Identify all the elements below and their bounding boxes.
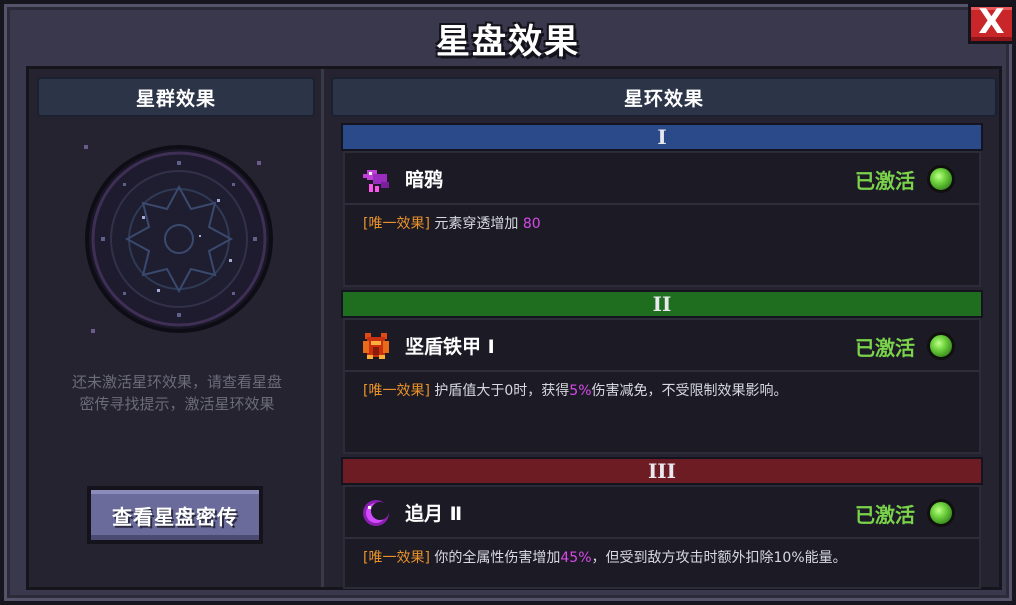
desc-highlight-value: 80 xyxy=(522,216,541,232)
ring-card-1: 暗鸦 已激活 [唯一效果] 元素穿透增加 80 xyxy=(343,151,981,287)
desc-text-after: ，但受到敌方攻击时额外扣除10%能量。 xyxy=(591,550,847,566)
desc-text-after: 伤害减免，不受限制效果影响。 xyxy=(591,383,788,399)
star-disk-window: 星盘效果 X 星群效果 还未激活星环效果，请查看星盘 密传寻找提示，激活星环效果… xyxy=(0,0,1016,605)
unique-effect-tag: [唯一效果] xyxy=(363,383,430,399)
inactive-hint-text: 还未激活星环效果，请查看星盘 密传寻找提示，激活星环效果 xyxy=(39,371,315,415)
hint-line-1: 还未激活星环效果，请查看星盘 xyxy=(71,373,282,391)
ring-banner-3: III xyxy=(341,457,983,485)
ring-card-header: 暗鸦 已激活 xyxy=(345,153,979,205)
iron-armor-icon xyxy=(363,333,389,359)
ring-numeral-3: III xyxy=(647,459,677,483)
hint-line-2: 密传寻找提示，激活星环效果 xyxy=(79,395,275,413)
ring-card-2: 坚盾铁甲 Ⅰ 已激活 [唯一效果] 护盾值大于0时，获得5%伤害减免，不受限制效… xyxy=(343,318,981,454)
constellation-panel: 星群效果 还未激活星环效果，请查看星盘 密传寻找提示，激活星环效果 查看星盘密传 xyxy=(29,69,323,587)
astrolabe-disk-image xyxy=(84,145,273,333)
desc-text: 元素穿透增加 xyxy=(429,216,523,232)
ring-effect-description: [唯一效果] 你的全属性伤害增加45%，但受到敌方攻击时额外扣除10%能量。 xyxy=(363,547,969,567)
desc-text: 护盾值大于0时，获得 xyxy=(429,383,570,399)
star-ring-header: 星环效果 xyxy=(331,77,997,117)
ring-effect-description: [唯一效果] 元素穿透增加 80 xyxy=(363,213,969,233)
desc-highlight-value: 5% xyxy=(569,383,592,399)
window-title: 星盘效果 xyxy=(436,22,580,62)
ring-card-header: 坚盾铁甲 Ⅰ 已激活 xyxy=(345,320,979,372)
ring-card-3: 追月 Ⅱ 已激活 [唯一效果] 你的全属性伤害增加45%，但受到敌方攻击时额外扣… xyxy=(343,485,981,589)
activated-status: 已激活 xyxy=(855,336,915,360)
ring-numeral-1: I xyxy=(657,125,667,149)
ring-banner-1: I xyxy=(341,123,983,151)
ring-effect-name: 坚盾铁甲 Ⅰ xyxy=(405,336,495,358)
active-orb-icon xyxy=(927,165,955,193)
crescent-moon-icon xyxy=(363,500,389,526)
active-orb-icon xyxy=(927,499,955,527)
ring-card-header: 追月 Ⅱ 已激活 xyxy=(345,487,979,539)
ring-numeral-2: II xyxy=(652,292,672,316)
panel-divider xyxy=(321,69,324,587)
ring-banner-2: II xyxy=(341,290,983,318)
desc-text: 你的全属性伤害增加 xyxy=(429,550,561,566)
unique-effect-tag: [唯一效果] xyxy=(363,216,430,232)
raven-icon xyxy=(363,170,389,192)
unique-effect-tag: [唯一效果] xyxy=(363,550,430,566)
content-area: 星群效果 还未激活星环效果，请查看星盘 密传寻找提示，激活星环效果 查看星盘密传… xyxy=(26,66,1002,590)
ring-effect-description: [唯一效果] 护盾值大于0时，获得5%伤害减免，不受限制效果影响。 xyxy=(363,380,969,400)
close-icon: X xyxy=(978,2,1005,42)
view-star-disk-lore-button[interactable]: 查看星盘密传 xyxy=(87,486,263,544)
ring-effect-name: 暗鸦 xyxy=(405,169,444,191)
active-orb-icon xyxy=(927,332,955,360)
desc-highlight-value: 45% xyxy=(560,550,592,566)
ring-effect-name: 追月 Ⅱ xyxy=(405,503,463,525)
constellation-header: 星群效果 xyxy=(37,77,315,117)
activated-status: 已激活 xyxy=(855,503,915,527)
close-button[interactable]: X xyxy=(968,4,1012,44)
activated-status: 已激活 xyxy=(855,169,915,193)
